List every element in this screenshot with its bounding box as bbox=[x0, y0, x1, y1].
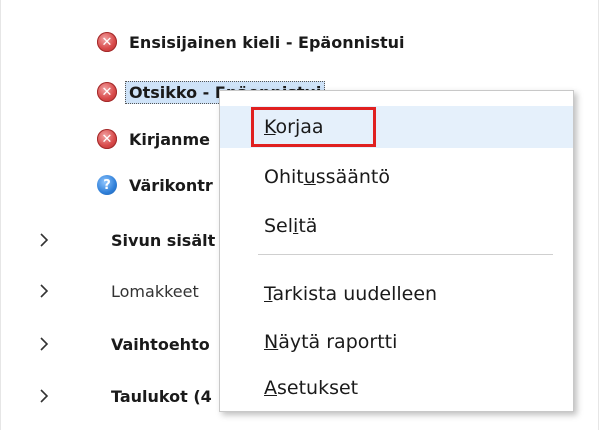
menu-item-text-pre: Sel bbox=[264, 215, 294, 237]
tree-item-label: Värikontr bbox=[129, 175, 213, 195]
menu-item-show-report[interactable]: Näytä raportti bbox=[220, 321, 573, 363]
menu-item-text-pre: Ohit bbox=[264, 166, 304, 188]
menu-item-explain[interactable]: Selitä bbox=[220, 205, 573, 247]
menu-item-text-post: arkista uudelleen bbox=[272, 283, 438, 305]
tree-item-label: Ensisijainen kieli - Epäonnistui bbox=[129, 32, 405, 52]
menu-item-settings[interactable]: Asetukset bbox=[220, 367, 573, 409]
menu-item-recheck[interactable]: Tarkista uudelleen bbox=[220, 273, 573, 315]
menu-item-text-post: setukset bbox=[277, 377, 359, 399]
menu-item-accelerator: N bbox=[264, 331, 279, 353]
menu-item-text-post: tä bbox=[298, 215, 318, 237]
context-menu: Korjaa Ohitussääntö Selitä Tarkista uude… bbox=[219, 90, 574, 412]
tree-group-label: Sivun sisält bbox=[111, 230, 216, 250]
menu-item-accelerator: A bbox=[264, 377, 277, 399]
menu-item-accelerator: u bbox=[303, 166, 316, 188]
error-x-icon: ✕ bbox=[97, 129, 117, 149]
tree-group-label: Taulukot (4 bbox=[111, 386, 212, 406]
tree-group-label: Vaihtoehto bbox=[111, 334, 210, 354]
menu-item-skip-rule[interactable]: Ohitussääntö bbox=[220, 156, 573, 198]
chevron-right-icon[interactable] bbox=[37, 337, 51, 351]
error-x-icon: ✕ bbox=[97, 32, 117, 52]
tree-item-primary-language[interactable]: ✕ Ensisijainen kieli - Epäonnistui bbox=[1, 22, 598, 62]
menu-separator bbox=[258, 254, 553, 255]
tree-group-label: Lomakkeet bbox=[111, 281, 199, 301]
help-question-icon: ? bbox=[97, 175, 117, 195]
chevron-right-icon[interactable] bbox=[37, 284, 51, 298]
error-x-icon: ✕ bbox=[97, 82, 117, 102]
chevron-right-icon[interactable] bbox=[37, 389, 51, 403]
menu-item-text-post: ssääntö bbox=[315, 166, 390, 188]
chevron-right-icon[interactable] bbox=[37, 233, 51, 247]
tree-item-label: Kirjanme bbox=[129, 129, 210, 149]
highlight-annotation-box bbox=[251, 107, 376, 147]
menu-item-text-post: äytä raportti bbox=[278, 331, 398, 353]
